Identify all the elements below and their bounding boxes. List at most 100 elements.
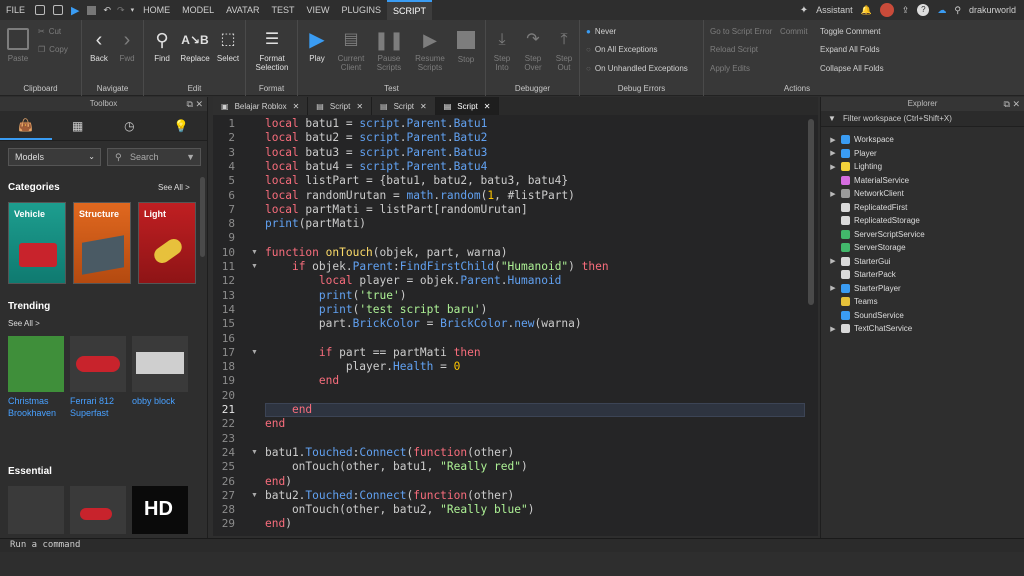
code-line[interactable]: print(partMati) [265, 217, 366, 231]
explorer-item[interactable]: ServerStorage [821, 241, 906, 254]
find-button[interactable]: ⚲ Find [148, 28, 176, 63]
essential-thumb-3[interactable]: HD [132, 486, 188, 534]
trending-label-3[interactable]: obby block [132, 395, 194, 407]
menu-file[interactable]: FILE [0, 0, 31, 20]
trending-thumb-2[interactable] [70, 336, 126, 392]
code-line[interactable]: end) [265, 475, 292, 489]
username-label[interactable]: drakurworld [969, 5, 1016, 15]
code-line[interactable]: function onTouch(objek, part, warna) [265, 246, 508, 260]
tab-script-1[interactable]: ▤ Script ✕ [308, 97, 373, 115]
editor-scrollbar[interactable] [808, 119, 814, 305]
explorer-item[interactable]: StarterPack [821, 268, 896, 281]
category-structure[interactable]: Structure [73, 202, 131, 284]
fold-chevron-icon[interactable]: ▼ [251, 263, 258, 270]
toolbox-scrollbar[interactable] [200, 177, 205, 257]
code-line[interactable]: local randomUrutan = math.random(1, #lis… [265, 189, 575, 203]
trending-label-1[interactable]: Christmas Brookhaven [8, 395, 66, 419]
essential-thumb-1[interactable] [8, 486, 64, 534]
menu-tab-model[interactable]: MODEL [176, 0, 220, 20]
all-exceptions-radio[interactable]: ○ On All Exceptions [586, 45, 658, 54]
explorer-item[interactable]: ReplicatedStorage [821, 214, 920, 227]
toggle-comment-button[interactable]: Toggle Comment [820, 27, 880, 36]
explorer-item[interactable]: ▶ NetworkClient [821, 187, 904, 200]
explorer-item[interactable]: ▶ Player [821, 147, 877, 160]
code-line[interactable]: local batu2 = script.Parent.Batu2 [265, 131, 487, 145]
code-line[interactable]: local player = objek.Parent.Humanoid [265, 274, 562, 288]
fold-chevron-icon[interactable]: ▼ [251, 349, 258, 356]
code-line[interactable]: end) [265, 517, 292, 531]
unhandled-exceptions-radio[interactable]: ○ On Unhandled Exceptions [586, 64, 688, 73]
code-line[interactable]: part.BrickColor = BrickColor.new(warna) [265, 317, 582, 331]
menu-tab-test[interactable]: TEST [265, 0, 300, 20]
code-line[interactable]: if part == partMati then [265, 346, 481, 360]
go-to-error-button[interactable]: Go to Script Error [710, 27, 772, 36]
code-line[interactable]: local batu4 = script.Parent.Batu4 [265, 160, 487, 174]
help-icon[interactable]: ? [917, 4, 930, 16]
replace-button[interactable]: A↘B Replace [178, 28, 212, 63]
menu-tab-avatar[interactable]: AVATAR [220, 0, 265, 20]
code-line[interactable]: end [265, 374, 339, 388]
undo-icon[interactable]: ↶ [103, 5, 111, 16]
tab-grid[interactable]: ▦ [52, 111, 104, 140]
code-editor[interactable]: 1 2 3 4 5 6 7 8 9 10 ▼ 11 ▼ 12 13 14 15 16 17 ▼ 18 19 20 21 22 23… [213, 115, 818, 536]
code-line[interactable]: end [265, 403, 312, 417]
fold-chevron-icon[interactable]: ▼ [251, 449, 258, 456]
commit-button[interactable]: Commit [780, 27, 808, 36]
expand-arrow-icon[interactable]: ▶ [827, 190, 839, 198]
code-line[interactable]: if objek.Parent:FindFirstChild("Humanoid… [265, 260, 609, 274]
expand-arrow-icon[interactable]: ▶ [827, 325, 839, 333]
command-bar-input[interactable]: Run a command [0, 538, 1024, 552]
never-radio[interactable]: ● Never [586, 27, 616, 36]
expand-arrow-icon[interactable]: ▶ [827, 257, 839, 265]
step-into-button[interactable]: ⤓ Step Into [488, 28, 516, 72]
tab-script-2[interactable]: ▤ Script ✕ [372, 97, 436, 115]
explorer-item[interactable]: ▶ StarterPlayer [821, 282, 901, 295]
exit-icon[interactable] [53, 5, 64, 15]
trending-thumb-1[interactable] [8, 336, 64, 392]
filter-icon[interactable]: ▼ [186, 149, 195, 165]
notifications-icon[interactable]: 🔔 [861, 5, 872, 16]
stop-quick-icon[interactable] [87, 5, 97, 15]
collapse-folds-button[interactable]: Collapse All Folds [820, 64, 884, 73]
paste-button[interactable]: Paste [4, 28, 32, 63]
redo-icon[interactable]: ↷ [117, 5, 125, 16]
apply-edits-button[interactable]: Apply Edits [710, 64, 750, 73]
share-icon[interactable]: ⇪ [902, 5, 910, 16]
select-button[interactable]: ⬚ Select [214, 28, 242, 63]
reload-script-button[interactable]: Reload Script [710, 45, 758, 54]
code-line[interactable]: print('test script baru') [265, 303, 487, 317]
pause-scripts-button[interactable]: ❚❚ Pause Scripts [372, 28, 406, 72]
avatar[interactable] [879, 3, 894, 17]
categories-see-all[interactable]: See All > [158, 183, 190, 192]
step-over-button[interactable]: ↷ Step Over [518, 28, 548, 72]
save-icon[interactable] [35, 5, 46, 15]
category-select[interactable]: Models ⌄ [8, 148, 101, 166]
close-icon[interactable]: ✕ [356, 102, 363, 111]
code-line[interactable]: local batu3 = script.Parent.Batu3 [265, 146, 487, 160]
code-line[interactable]: local batu1 = script.Parent.Batu1 [265, 117, 487, 131]
code-line[interactable]: local listPart = {batu1, batu2, batu3, b… [265, 174, 568, 188]
panel-controls[interactable]: ⧉ ✕ [1004, 97, 1020, 111]
expand-arrow-icon[interactable]: ▶ [827, 149, 839, 157]
code-line[interactable]: batu1.Touched:Connect(function(other) [265, 446, 514, 460]
explorer-item[interactable]: ▶ Workspace [821, 133, 894, 146]
tab-tips[interactable]: 💡 [155, 111, 207, 140]
resume-scripts-button[interactable]: ▶ Resume Scripts [410, 28, 450, 72]
trending-label-2[interactable]: Ferrari 812 Superfast [70, 395, 128, 419]
essential-thumb-2[interactable] [70, 486, 126, 534]
expand-arrow-icon[interactable]: ▶ [827, 284, 839, 292]
code-line[interactable]: player.Health = 0 [265, 360, 461, 374]
explorer-item[interactable]: ▶ Lighting [821, 160, 882, 173]
cut-button[interactable]: ✂ Cut [38, 27, 61, 36]
explorer-filter-input[interactable]: ▼ Filter workspace (Ctrl+Shift+X) [821, 111, 1024, 127]
tab-script-3[interactable]: ▤ Script ✕ [435, 97, 500, 115]
menu-tab-view[interactable]: VIEW [300, 0, 335, 20]
trending-thumb-3[interactable] [132, 336, 188, 392]
code-line[interactable]: onTouch(other, batu1, "Really red") [265, 460, 528, 474]
step-out-button[interactable]: ⤒ Step Out [550, 28, 578, 72]
format-selection-button[interactable]: ☰ Format Selection [248, 28, 296, 72]
expand-arrow-icon[interactable]: ▶ [827, 163, 839, 171]
fold-chevron-icon[interactable]: ▼ [251, 249, 258, 256]
assistant-button[interactable]: Assistant [816, 5, 853, 15]
current-client-button[interactable]: ▤ Current Client [334, 28, 368, 72]
